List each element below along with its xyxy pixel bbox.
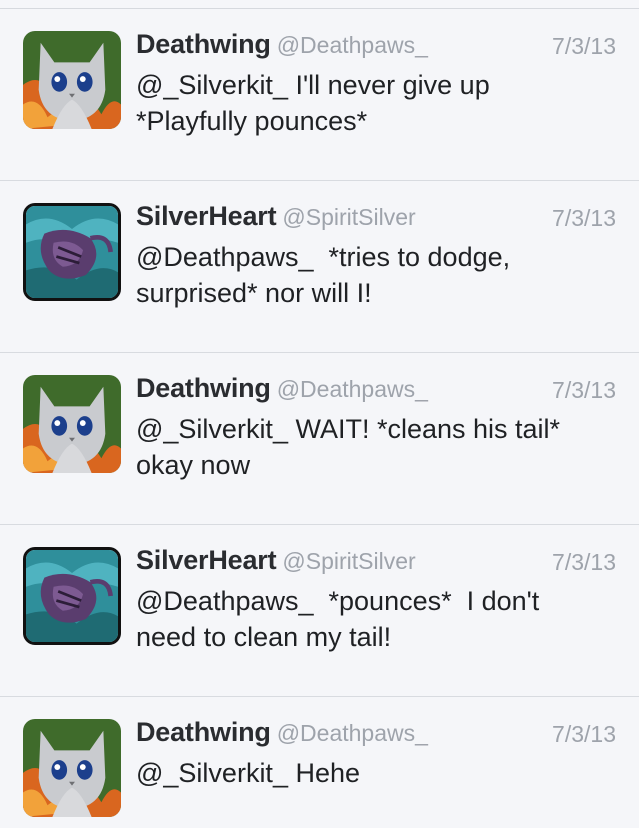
tweet-text: @_Silverkit_ I'll never give up *Playful… xyxy=(136,70,490,136)
tweet-text: @_Silverkit_ WAIT! *cleans his tail* oka… xyxy=(136,414,561,480)
tweet-feed: Deathwing @Deathpaws_ 7/3/13 @_Silverkit_… xyxy=(0,0,639,828)
author-handle[interactable]: @Deathpaws_ xyxy=(277,32,428,58)
author-name[interactable]: Deathwing xyxy=(136,373,271,403)
tweet-item[interactable]: Deathwing @Deathpaws_ 7/3/13 @_Silverkit_… xyxy=(0,697,639,828)
tweet-header: Deathwing @Deathpaws_ xyxy=(136,29,616,63)
author-name[interactable]: SilverHeart xyxy=(136,545,277,575)
tweet-date: 7/3/13 xyxy=(552,33,616,59)
purple-cat-avatar-icon[interactable] xyxy=(23,203,121,301)
tweet-date: 7/3/13 xyxy=(552,377,616,403)
tweet-text: @_Silverkit_ Hehe xyxy=(136,758,361,788)
author-name[interactable]: SilverHeart xyxy=(136,201,277,231)
tweet-date: 7/3/13 xyxy=(552,721,616,747)
author-handle[interactable]: @SpiritSilver xyxy=(282,204,415,230)
author-name[interactable]: Deathwing xyxy=(136,717,271,747)
tweet-text: @Deathpaws_ *pounces* I don't need to cl… xyxy=(136,586,540,652)
gray-kitten-avatar-icon[interactable] xyxy=(23,375,121,473)
author-name[interactable]: Deathwing xyxy=(136,29,271,59)
tweet-header: SilverHeart @SpiritSilver xyxy=(136,201,616,235)
tweet-header: Deathwing @Deathpaws_ xyxy=(136,717,616,751)
gray-kitten-avatar-icon[interactable] xyxy=(23,31,121,129)
tweet-header: SilverHeart @SpiritSilver xyxy=(136,545,616,579)
tweet-date: 7/3/13 xyxy=(552,549,616,575)
tweet-date: 7/3/13 xyxy=(552,205,616,231)
author-handle[interactable]: @Deathpaws_ xyxy=(277,376,428,402)
tweet-header: Deathwing @Deathpaws_ xyxy=(136,373,616,407)
tweet-item[interactable]: SilverHeart @SpiritSilver 7/3/13 @Deathpa… xyxy=(0,181,639,353)
tweet-item[interactable]: Deathwing @Deathpaws_ 7/3/13 @_Silverkit_… xyxy=(0,353,639,525)
author-handle[interactable]: @Deathpaws_ xyxy=(277,720,428,746)
tweet-item[interactable]: SilverHeart @SpiritSilver 7/3/13 @Deathpa… xyxy=(0,525,639,697)
gray-kitten-avatar-icon[interactable] xyxy=(23,719,121,817)
tweet-item[interactable]: Deathwing @Deathpaws_ 7/3/13 @_Silverkit_… xyxy=(0,9,639,181)
tweet-text: @Deathpaws_ *tries to dodge, surprised* … xyxy=(136,242,511,308)
purple-cat-avatar-icon[interactable] xyxy=(23,547,121,645)
author-handle[interactable]: @SpiritSilver xyxy=(282,548,415,574)
